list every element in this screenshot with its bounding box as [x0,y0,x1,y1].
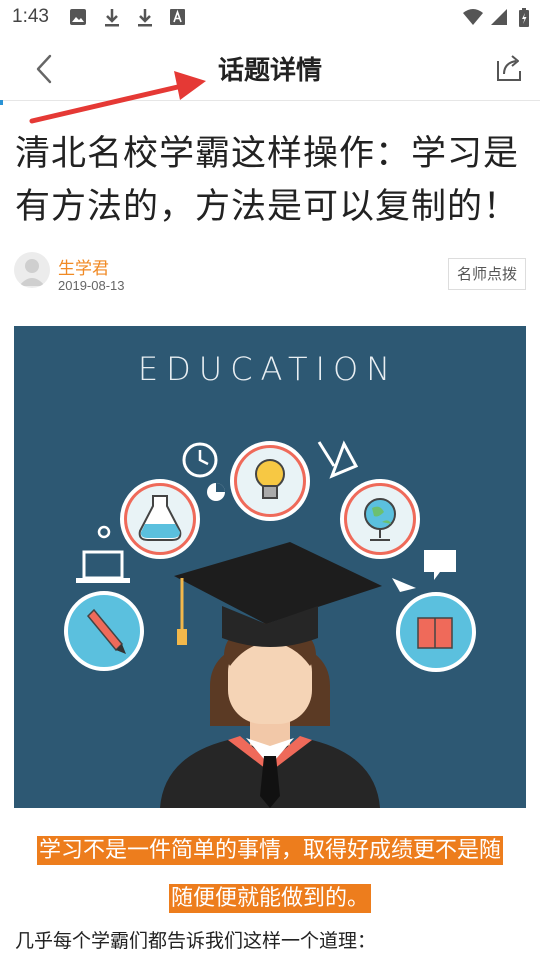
article-title-line1: 清北名校学霸这样操作：学习是 [15,134,520,174]
status-bar: 1:43 [0,0,540,36]
image-icon [70,9,86,25]
status-time: 1:43 [12,6,49,27]
wifi-icon [463,9,483,25]
highlight-text-1: 学习不是一件简单的事情，取得好成绩更不是随 [36,836,503,865]
author-name[interactable]: 生学君 [58,254,109,279]
edge-indicator [0,100,3,105]
user-avatar-icon [19,259,45,286]
highlight-line-2: 随便便就能做到的。 [0,880,540,913]
category-tag[interactable]: 名师点拨 [447,258,526,290]
share-icon[interactable] [494,52,526,84]
education-illustration: EDUCATION [64,350,476,808]
signal-icon [491,9,507,25]
body-paragraph: 几乎每个学霸们都告诉我们这样一个道理： [15,930,377,952]
avatar[interactable] [14,252,50,288]
author-row: 生学君 2019-08-13 名师点拨 [14,252,529,296]
page-title: 话题详情 [217,56,322,86]
download-icon-2 [138,9,152,27]
article-image: EDUCATION [14,326,526,808]
article-title: 清北名校学霸这样操作：学习是 有方法的，方法是可以复制的！ [15,128,530,234]
battery-icon [519,8,529,27]
article-title-line2: 有方法的，方法是可以复制的！ [15,187,520,227]
text-app-icon [170,9,185,25]
download-icon [105,9,119,27]
publish-date: 2019-08-13 [58,278,125,293]
app-header: 话题详情 [0,36,540,101]
highlight-text-2: 随便便就能做到的。 [168,884,371,913]
image-caption: EDUCATION [138,350,398,388]
highlight-line-1: 学习不是一件简单的事情，取得好成绩更不是随 [0,832,540,865]
